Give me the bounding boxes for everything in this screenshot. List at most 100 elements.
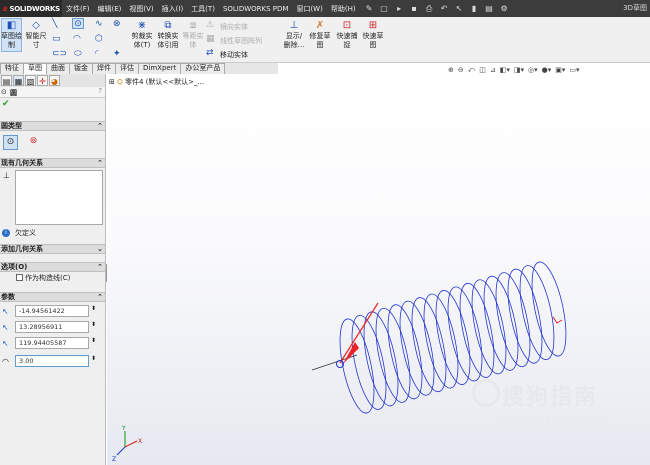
options-section[interactable]: 选项(O) ⌃ xyxy=(0,262,105,272)
graphics-area[interactable]: ⊞ ⛭ 零件4 (默认<<默认>_... 搜狗指南 zhinan.sogou.c… xyxy=(107,74,650,465)
collapse-icon[interactable]: ⌃ xyxy=(97,159,103,168)
solidworks-logo[interactable]: ƨ SOLIDWORKS xyxy=(0,0,62,17)
linear-pattern-icon: ▦ xyxy=(206,34,215,44)
tab-weldments[interactable]: 焊件 xyxy=(92,63,116,74)
property-manager: ▤ ▦ ▧ ✛ ◕ ⊙ 圆 ? ✔ 圆类型 ⌃ ⊙ ⊚ 现有几何关系 ⌃ ⊥ i 欠… xyxy=(0,74,106,465)
construction-checkbox[interactable] xyxy=(16,274,23,281)
expand-icon[interactable]: ⌄ xyxy=(97,245,103,254)
menu-view[interactable]: 视图(V) xyxy=(125,4,157,14)
point-icon[interactable]: ✦ xyxy=(113,49,121,59)
feature-tree-tab-icon[interactable]: ▤ xyxy=(1,75,12,86)
triad-x-axis xyxy=(124,440,138,448)
tab-features[interactable]: 特征 xyxy=(0,63,24,74)
linear-pattern-label[interactable]: 线性草图阵列 xyxy=(220,36,262,46)
options-area: 作为构造线(C) xyxy=(0,272,105,284)
fillet-icon[interactable]: ◜ xyxy=(95,49,99,59)
polygon-icon[interactable]: ⬡ xyxy=(95,34,103,44)
sketch-drawing-command[interactable]: ◧ 草图绘 制 xyxy=(1,20,22,50)
spline-icon[interactable]: ∿ xyxy=(95,19,103,29)
center-x-field[interactable]: -14.94561422 xyxy=(15,305,89,317)
select-icon[interactable]: ↖ xyxy=(454,3,465,14)
ellipse-icon[interactable]: ⬭ xyxy=(74,49,82,59)
spinner-icon[interactable]: ⬍ xyxy=(91,355,96,362)
move-entities-label[interactable]: 移动实体 xyxy=(220,50,248,60)
triad-arrow-y[interactable] xyxy=(339,302,379,364)
spinner-icon[interactable]: ⬍ xyxy=(91,337,96,344)
ok-checkmark-icon[interactable]: ✔ xyxy=(2,99,10,109)
move-icon: ⇄ xyxy=(206,48,214,58)
slot-icon[interactable]: ⊂⊃ xyxy=(52,49,67,59)
relations-area: ⊥ i 欠定义 xyxy=(0,168,105,244)
arc-icon[interactable]: ◠ xyxy=(73,34,81,44)
menu-file[interactable]: 文件(F) xyxy=(62,4,94,14)
tab-dimxpert[interactable]: DimXpert xyxy=(138,63,182,74)
rapid-sketch-command[interactable]: ⊞ 快速草 图 xyxy=(362,20,384,50)
rebuild-icon[interactable]: ▮ xyxy=(469,3,480,14)
quick-snap-icon: ⊡ xyxy=(342,20,352,31)
menu-window[interactable]: 窗口(W) xyxy=(292,4,326,14)
tab-office-products[interactable]: 办公室产品 xyxy=(180,63,226,74)
center-circle-icon[interactable]: ⊙ xyxy=(3,135,18,150)
mirror-entities-label[interactable]: 镜向实体 xyxy=(220,22,248,32)
offset-entities-command[interactable]: ⧈ 等距实 体 xyxy=(182,20,204,50)
rectangle-icon[interactable]: ▭ xyxy=(52,34,61,44)
parameters-area: ↖ -14.94561422 ⬍ ↖ 13.28956911 ⬍ ↖ 119.9… xyxy=(0,302,105,372)
undo-icon[interactable]: ↶ xyxy=(439,3,450,14)
center-z-field[interactable]: 119.94405587 xyxy=(15,337,89,349)
open-file-icon[interactable]: ▸ xyxy=(394,3,405,14)
trim-entities-command[interactable]: ⋇ 剪裁实 体(T) xyxy=(130,20,154,50)
new-file-icon[interactable]: ▢ xyxy=(379,3,390,14)
panel-title: 圆 xyxy=(10,89,17,97)
quick-snap-command[interactable]: ⊡ 快速捕 捉 xyxy=(336,20,358,50)
menu-edit[interactable]: 编辑(E) xyxy=(94,4,126,14)
sketch-icon: ◧ xyxy=(6,20,17,31)
circle-type-section[interactable]: 圆类型 ⌃ xyxy=(0,121,105,131)
display-tab-icon[interactable]: ◕ xyxy=(49,75,60,86)
panel-title-bar: ⊙ 圆 ? xyxy=(0,87,105,98)
show-delete-relations-command[interactable]: ⊥ 显示/ 删除... xyxy=(282,20,306,50)
menu-bar: ƨ SOLIDWORKS 文件(F) 编辑(E) 视图(V) 插入(I) 工具(T… xyxy=(0,0,650,17)
collapse-icon[interactable]: ⌃ xyxy=(97,293,103,302)
file-properties-icon[interactable]: ▤ xyxy=(484,3,495,14)
smart-dimension-command[interactable]: ◇ 智能尺 寸 xyxy=(25,20,47,50)
tab-surfaces[interactable]: 曲面 xyxy=(46,63,70,74)
window-title: 3D草图 xyxy=(623,4,647,12)
dimxpert-tab-icon[interactable]: ✛ xyxy=(37,75,48,86)
save-icon[interactable]: ▪ xyxy=(409,3,420,14)
menu-pdm[interactable]: SOLIDWORKS PDM xyxy=(219,5,293,13)
tab-sketch[interactable]: 草图 xyxy=(23,63,47,74)
options-icon[interactable]: ⚙ xyxy=(499,3,510,14)
triad-y-label: Y xyxy=(121,425,126,432)
print-icon[interactable]: ⎙ xyxy=(424,3,435,14)
spinner-icon[interactable]: ⬍ xyxy=(91,305,96,312)
rapid-sketch-icon: ⊞ xyxy=(368,20,378,31)
relations-list[interactable] xyxy=(15,170,103,225)
center-x-icon: ↖ xyxy=(2,307,9,316)
existing-relations-section[interactable]: 现有几何关系 ⌃ xyxy=(0,158,105,168)
tab-evaluate[interactable]: 评估 xyxy=(115,63,139,74)
parameters-section[interactable]: 参数 ⌃ xyxy=(0,292,105,302)
pin-icon[interactable]: ✎ xyxy=(364,3,375,14)
collapse-icon[interactable]: ⌃ xyxy=(97,263,103,272)
collapse-icon[interactable]: ⌃ xyxy=(97,122,103,131)
smart-pattern-icon[interactable]: ⊗ xyxy=(113,19,121,29)
tab-sheet-metal[interactable]: 钣金 xyxy=(69,63,93,74)
menu-tools[interactable]: 工具(T) xyxy=(187,4,219,14)
line-icon[interactable]: ╲ xyxy=(52,19,57,29)
helix-sketch[interactable]: Y X Z xyxy=(107,74,650,465)
repair-sketch-command[interactable]: ✗ 修复草 图 xyxy=(308,20,332,50)
circle-icon[interactable]: ⊙ xyxy=(72,18,84,29)
menu-help[interactable]: 帮助(H) xyxy=(327,4,360,14)
radius-field[interactable]: 3.00 xyxy=(15,355,89,367)
add-relations-section[interactable]: 添加几何关系 ⌄ xyxy=(0,244,105,254)
spinner-icon[interactable]: ⬍ xyxy=(91,321,96,328)
help-icon[interactable]: ? xyxy=(98,87,102,95)
property-manager-tab-icon[interactable]: ▦ xyxy=(13,75,24,86)
triad-x-label: X xyxy=(138,438,142,445)
menu-insert[interactable]: 插入(I) xyxy=(158,4,188,14)
center-y-field[interactable]: 13.28956911 xyxy=(15,321,89,333)
convert-entities-command[interactable]: ⧉ 转换实 体引用 xyxy=(156,20,180,50)
perimeter-circle-icon[interactable]: ⊚ xyxy=(26,135,41,150)
end-marker-icon xyxy=(552,316,563,324)
configuration-tab-icon[interactable]: ▧ xyxy=(25,75,36,86)
